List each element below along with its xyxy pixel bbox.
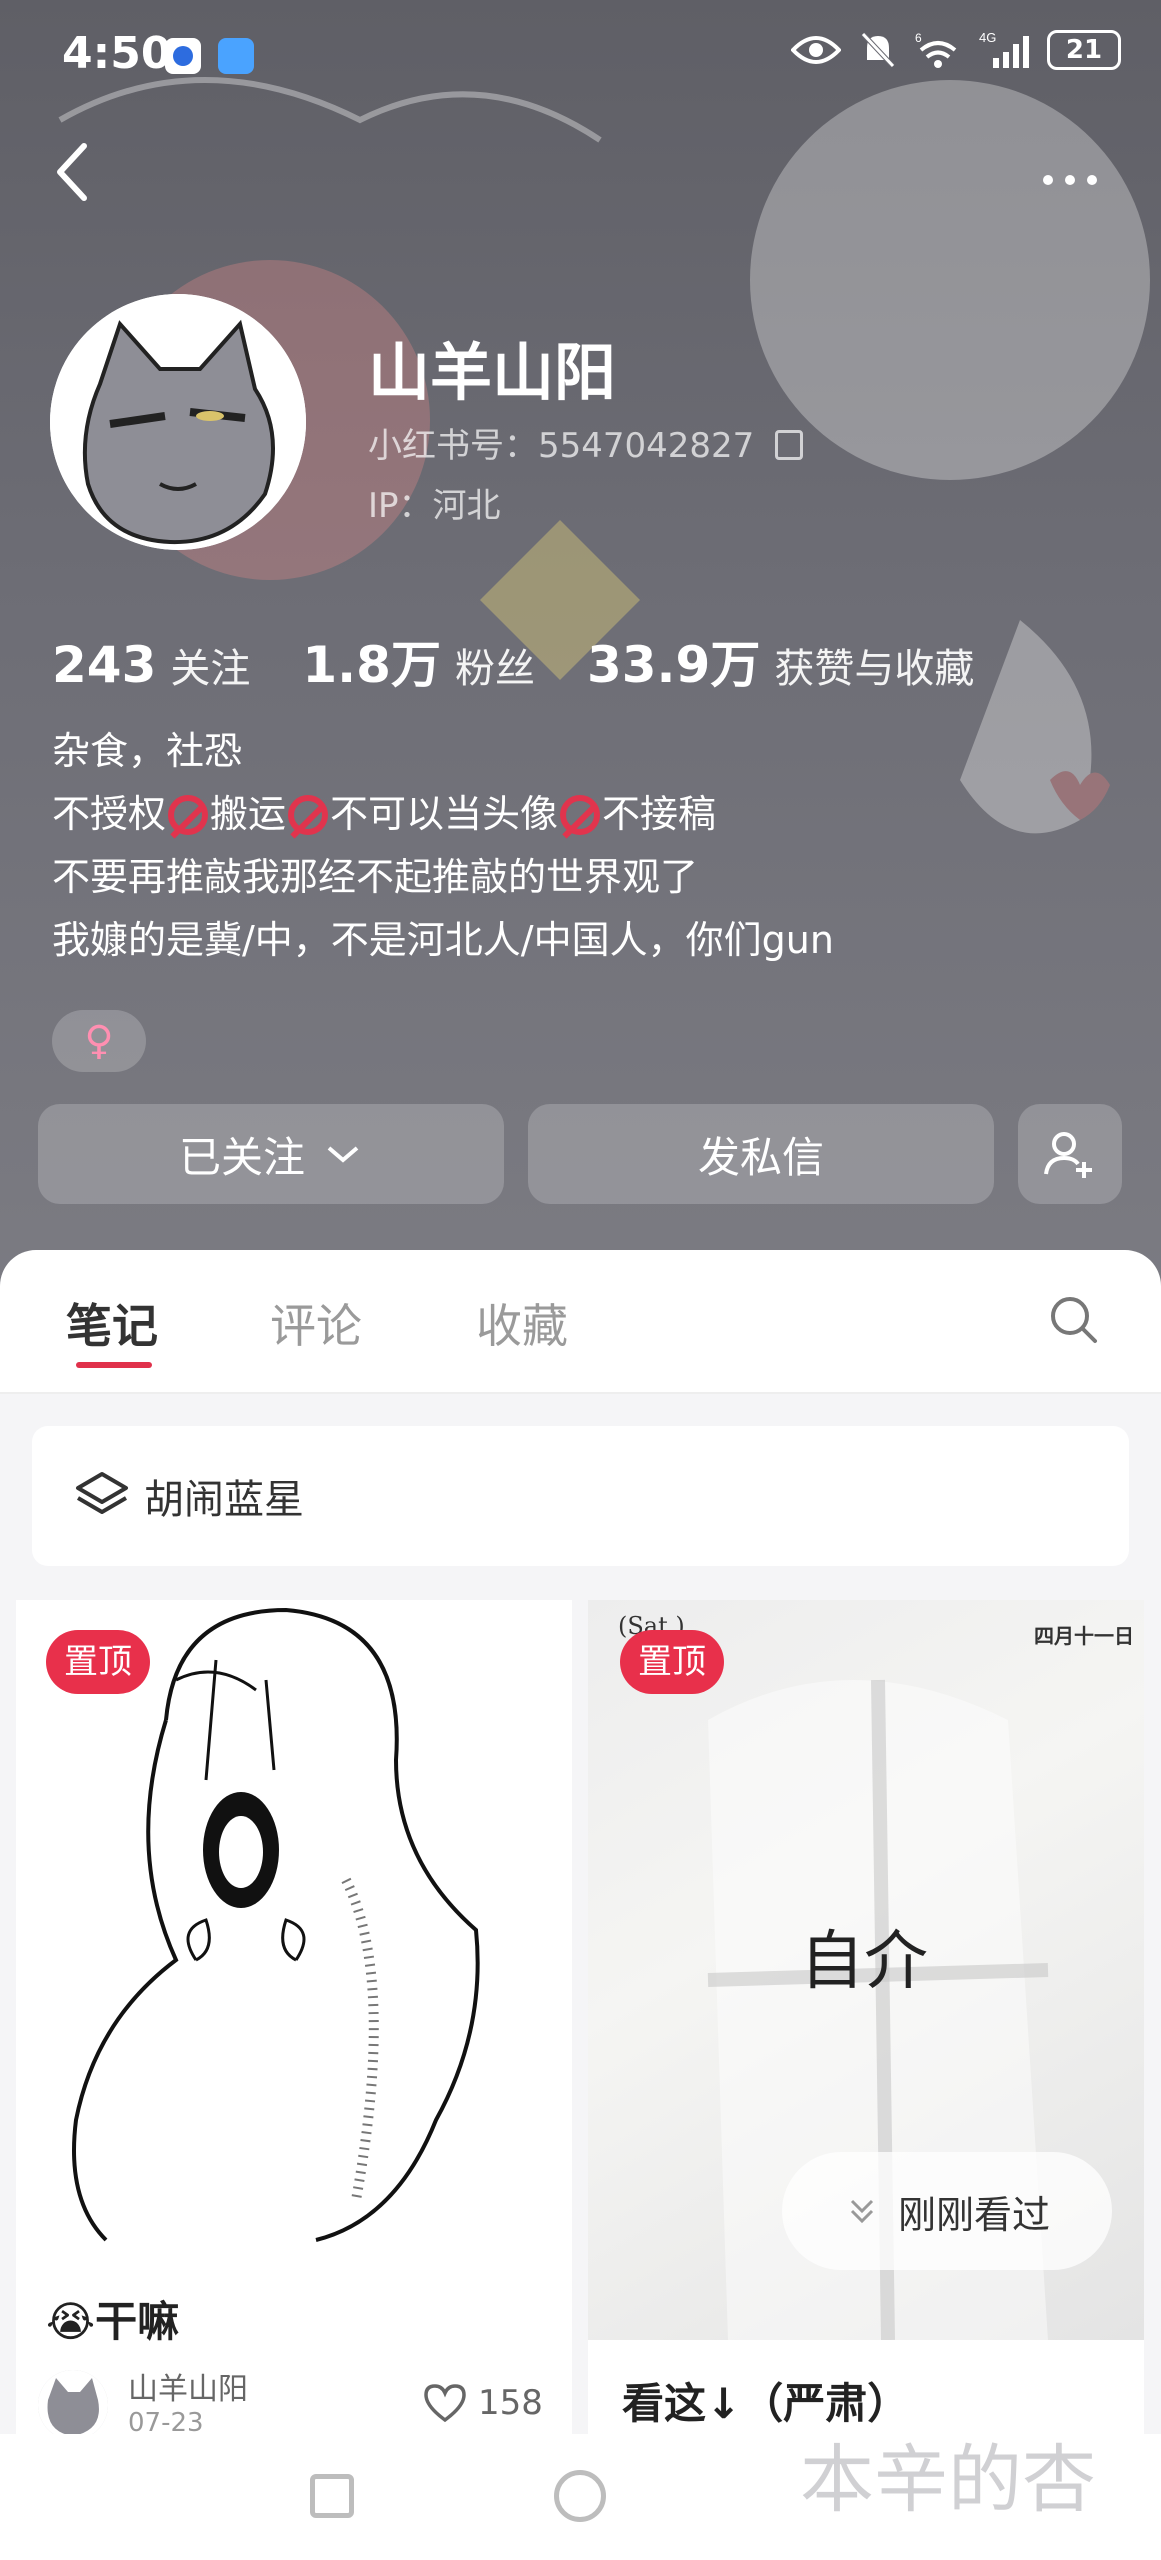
back-arrow-icon[interactable] bbox=[48, 140, 98, 204]
tab-comments[interactable]: 评论 bbox=[270, 1290, 362, 1356]
bio-line-2: 不授权 搬运 不可以当头像 不接稿 bbox=[52, 783, 834, 846]
female-gender-badge: ♀ bbox=[52, 1010, 146, 1072]
tab-collections[interactable]: 收藏 bbox=[476, 1290, 568, 1356]
gray-cat-avatar-image bbox=[38, 2370, 108, 2440]
battery-indicator: 21 bbox=[1047, 30, 1121, 70]
note-cover-image[interactable] bbox=[16, 1600, 572, 2260]
active-tab-indicator bbox=[76, 1362, 152, 1368]
pinned-badge: 置顶 bbox=[46, 1630, 150, 1694]
double-chevron-down-icon bbox=[850, 2199, 874, 2224]
profile-stats: 243 关注 1.8万 粉丝 33.9万 获赞与收藏 bbox=[52, 625, 1026, 697]
likes-collects-count[interactable]: 33.9万 bbox=[587, 625, 760, 697]
layers-icon bbox=[76, 1472, 128, 1514]
ip-location-label: IP：河北 bbox=[368, 486, 501, 526]
recently-viewed-indicator[interactable]: 刚刚看过 bbox=[782, 2152, 1112, 2270]
cover-title-text: 自介 bbox=[800, 1925, 928, 1999]
add-friend-button[interactable] bbox=[1018, 1104, 1122, 1204]
followers-label[interactable]: 粉丝 bbox=[455, 636, 535, 694]
gray-cat-avatar-image bbox=[50, 294, 306, 550]
followers-count[interactable]: 1.8万 bbox=[302, 625, 441, 697]
status-bar: 4:50 6 4G 21 bbox=[0, 0, 1161, 110]
like-count: 158 bbox=[478, 2383, 543, 2423]
bio-line-4: 我嫝的是冀/中，不是河北人/中国人，你们gun bbox=[52, 918, 834, 962]
crying-meme-drawing bbox=[16, 1600, 572, 2260]
prohibited-icon bbox=[168, 795, 209, 835]
send-message-label: 发私信 bbox=[697, 1132, 824, 1182]
bio-line-2-part-3: 不可以当头像 bbox=[330, 792, 559, 836]
collection-label: 胡闹蓝星 bbox=[144, 1477, 304, 1523]
profile-avatar[interactable] bbox=[50, 294, 306, 550]
weather-app-icon bbox=[218, 38, 254, 74]
svg-text:6: 6 bbox=[915, 31, 922, 45]
bio-line-2-part-2: 搬运 bbox=[210, 792, 287, 836]
profile-bio: 杂食，社恐 不授权 搬运 不可以当头像 不接稿 不要再推敲我那经不起推敲的世界观了 我… bbox=[52, 720, 834, 972]
red-id-label: 小红书号：5547042827 bbox=[368, 426, 755, 466]
likes-collects-label[interactable]: 获赞与收藏 bbox=[774, 636, 974, 694]
bio-line-1: 杂食，社恐 bbox=[52, 729, 243, 773]
bio-line-2-part-4: 不接稿 bbox=[602, 792, 717, 836]
recently-viewed-label: 刚刚看过 bbox=[897, 2192, 1050, 2237]
collection-item[interactable]: 胡闹蓝星 bbox=[32, 1426, 1129, 1566]
search-icon[interactable] bbox=[1048, 1294, 1098, 1344]
watermark-text: 本辛的杏 bbox=[800, 2437, 1096, 2523]
status-icons: 6 4G 21 bbox=[791, 30, 1121, 70]
pinned-badge: 置顶 bbox=[620, 1630, 724, 1694]
cover-date-label: 四月十一日 bbox=[1034, 1624, 1134, 1648]
following-count[interactable]: 243 bbox=[52, 636, 156, 694]
bio-line-3: 不要再推敲我那经不起推敲的世界观了 bbox=[52, 855, 699, 899]
notification-app-icon bbox=[165, 38, 201, 74]
heart-icon bbox=[424, 2384, 466, 2423]
prohibited-icon bbox=[288, 795, 329, 835]
author-avatar[interactable] bbox=[38, 2370, 108, 2440]
signal-icon: 4G bbox=[979, 30, 1029, 68]
note-title[interactable]: 😭干嘛 bbox=[46, 2288, 179, 2349]
chevron-down-icon bbox=[327, 1146, 359, 1163]
wifi-icon: 6 bbox=[915, 31, 957, 68]
recent-apps-button[interactable] bbox=[310, 2474, 354, 2518]
author-name[interactable]: 山羊山阳 bbox=[128, 2364, 248, 2408]
following-label[interactable]: 关注 bbox=[170, 636, 250, 694]
like-button[interactable]: 158 bbox=[422, 2382, 543, 2424]
following-button-label: 已关注 bbox=[178, 1132, 305, 1182]
mute-bell-icon bbox=[861, 32, 895, 68]
more-options-icon[interactable] bbox=[1040, 170, 1100, 190]
send-message-button[interactable]: 发私信 bbox=[528, 1104, 994, 1204]
bio-line-2-part-1: 不授权 bbox=[52, 792, 167, 836]
prohibited-icon bbox=[560, 795, 601, 835]
copy-icon[interactable] bbox=[775, 430, 803, 460]
profile-name: 山羊山阳 bbox=[368, 336, 617, 409]
following-button[interactable]: 已关注 bbox=[38, 1104, 504, 1204]
tab-notes[interactable]: 笔记 bbox=[66, 1290, 158, 1356]
eye-icon bbox=[791, 36, 841, 64]
add-user-icon bbox=[1044, 1132, 1092, 1178]
svg-text:4G: 4G bbox=[979, 30, 996, 45]
home-button[interactable] bbox=[554, 2470, 606, 2522]
status-time: 4:50 bbox=[62, 28, 172, 79]
